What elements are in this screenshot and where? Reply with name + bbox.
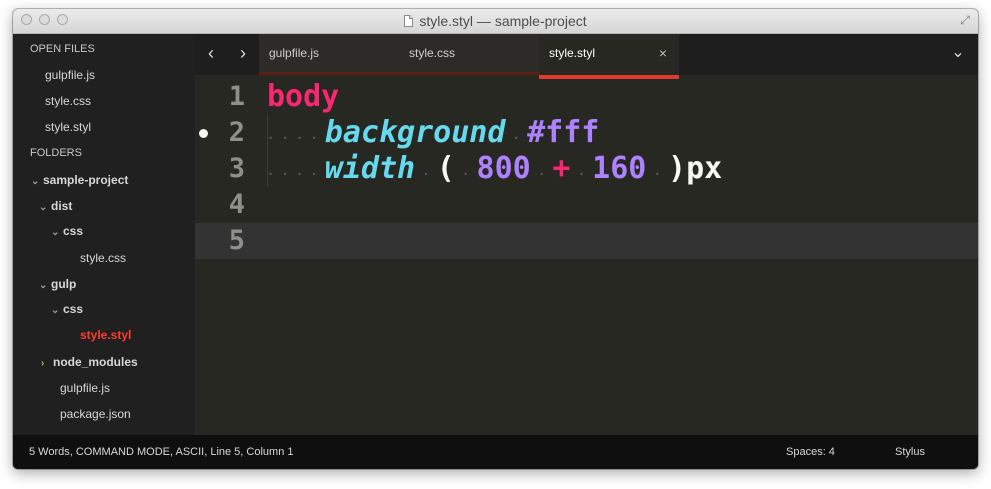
chevron-down-icon: ⌄ bbox=[51, 305, 60, 316]
code-text: · · · · width · ( · 800 · + · 160 · )px bbox=[267, 151, 722, 192]
line-number: 5 bbox=[228, 225, 245, 256]
folder-label: node_modules bbox=[53, 355, 138, 369]
chevron-down-icon: ⌄ bbox=[31, 176, 40, 187]
number-token: 160 bbox=[592, 151, 647, 186]
open-file-style-css[interactable]: style.css bbox=[45, 88, 91, 114]
open-file-gulpfile[interactable]: gulpfile.js bbox=[45, 62, 95, 88]
close-window-button[interactable] bbox=[21, 14, 32, 25]
selector-token: body bbox=[267, 79, 340, 114]
code-line-4: 4 bbox=[195, 187, 978, 223]
chevron-left-icon[interactable]: ‹ bbox=[195, 34, 227, 72]
folder-label: dist bbox=[51, 199, 73, 213]
whitespace-marker: · bbox=[646, 167, 669, 181]
tab-label: style.styl bbox=[549, 46, 596, 60]
syntax-setting[interactable]: Stylus bbox=[895, 435, 925, 469]
window-title: style.styl — sample-project bbox=[404, 13, 587, 29]
tab-bar: ‹ › gulpfile.js style.css style.styl × ⌄ bbox=[195, 34, 978, 79]
folder-label: gulp bbox=[51, 277, 77, 291]
chevron-down-icon: ⌄ bbox=[39, 202, 48, 213]
fullscreen-icon[interactable]: ⤢ bbox=[958, 13, 972, 27]
title-bar: style.styl — sample-project ⤢ bbox=[13, 9, 978, 34]
sidebar: OPEN FILES gulpfile.js style.css style.s… bbox=[13, 34, 195, 435]
open-file-style-styl[interactable]: style.styl bbox=[45, 114, 91, 140]
operator-token: + bbox=[552, 151, 571, 186]
window-title-text: style.styl — sample-project bbox=[419, 13, 587, 29]
line-number: 1 bbox=[228, 81, 245, 112]
chevron-down-icon[interactable]: ⌄ bbox=[938, 34, 978, 72]
folder-dist[interactable]: ⌄ dist bbox=[39, 193, 72, 219]
document-icon bbox=[404, 15, 414, 27]
folder-node-modules[interactable]: › node_modules bbox=[41, 349, 138, 375]
tab-style-css[interactable]: style.css bbox=[399, 34, 539, 75]
minimize-window-button[interactable] bbox=[39, 14, 50, 25]
number-token: 800 bbox=[476, 151, 531, 186]
whitespace-marker: · · · · bbox=[267, 167, 325, 181]
folder-dist-css[interactable]: ⌄ css bbox=[51, 218, 83, 244]
paren-token: ( bbox=[436, 151, 455, 186]
file-gulp-style-styl[interactable]: style.styl bbox=[80, 322, 131, 348]
code-line-3: 3 · · · · width · ( · 800 · + · 160 · )p… bbox=[195, 151, 978, 187]
indentation-setting[interactable]: Spaces: 4 bbox=[786, 435, 835, 469]
code-line-5: 5 bbox=[195, 223, 978, 259]
line-number: 3 bbox=[228, 153, 245, 184]
tab-style-styl[interactable]: style.styl × bbox=[539, 34, 679, 79]
tab-label: gulpfile.js bbox=[269, 46, 320, 60]
code-text: · · · · background · #fff bbox=[267, 115, 599, 156]
status-text: 5 Words, COMMAND MODE, ASCII, Line 5, Co… bbox=[29, 446, 294, 458]
code-line-1: 1 body bbox=[195, 79, 978, 115]
chevron-down-icon: ⌄ bbox=[39, 280, 48, 291]
tab-label: style.css bbox=[409, 46, 456, 60]
file-dist-style-css[interactable]: style.css bbox=[80, 245, 126, 271]
folder-gulp-css[interactable]: ⌄ css bbox=[51, 296, 83, 322]
chevron-right-icon: › bbox=[41, 358, 45, 369]
unit-token: )px bbox=[668, 151, 723, 186]
whitespace-marker: · bbox=[505, 131, 528, 145]
chevron-down-icon: ⌄ bbox=[51, 227, 60, 238]
folder-gulp[interactable]: ⌄ gulp bbox=[39, 271, 76, 297]
whitespace-marker: · bbox=[570, 167, 593, 181]
editor-window: style.styl — sample-project ⤢ OPEN FILES… bbox=[13, 9, 978, 469]
value-token: #fff bbox=[527, 115, 600, 150]
folder-label: css bbox=[63, 302, 84, 316]
whitespace-marker: · · · · bbox=[267, 131, 325, 145]
whitespace-marker: · bbox=[530, 167, 553, 181]
status-bar: 5 Words, COMMAND MODE, ASCII, Line 5, Co… bbox=[13, 435, 978, 469]
close-icon[interactable]: × bbox=[659, 34, 667, 72]
file-gulpfile[interactable]: gulpfile.js bbox=[60, 375, 110, 401]
code-line-2: 2 · · · · background · #fff bbox=[195, 115, 978, 151]
zoom-window-button[interactable] bbox=[57, 14, 68, 25]
folders-heading: FOLDERS bbox=[30, 147, 82, 159]
folder-label: css bbox=[63, 224, 84, 238]
chevron-right-icon[interactable]: › bbox=[227, 34, 259, 72]
whitespace-marker: · bbox=[415, 167, 437, 181]
line-number: 2 bbox=[228, 117, 245, 148]
property-token: width bbox=[324, 151, 416, 186]
open-files-heading: OPEN FILES bbox=[30, 43, 95, 55]
whitespace-marker: · bbox=[454, 167, 477, 181]
property-token: background bbox=[324, 115, 506, 150]
folder-label: sample-project bbox=[43, 173, 129, 187]
line-number: 4 bbox=[228, 189, 245, 220]
file-package-json[interactable]: package.json bbox=[60, 401, 131, 427]
tab-gulpfile[interactable]: gulpfile.js bbox=[259, 34, 399, 75]
code-editor[interactable]: 1 body 2 · · · · background · #fff 3 · ·… bbox=[195, 79, 978, 435]
code-text: body bbox=[267, 79, 339, 115]
folder-sample-project[interactable]: ⌄ sample-project bbox=[31, 167, 128, 193]
window-controls bbox=[21, 14, 68, 25]
